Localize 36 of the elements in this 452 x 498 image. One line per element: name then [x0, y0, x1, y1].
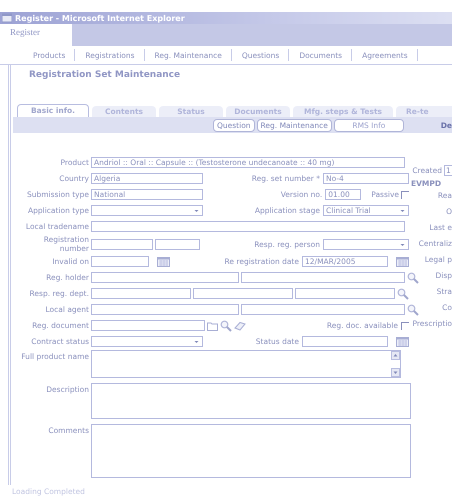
search-icon[interactable] — [397, 288, 409, 300]
dropdown[interactable] — [323, 238, 409, 250]
text-field[interactable] — [155, 238, 200, 250]
text-field[interactable] — [91, 288, 191, 299]
text-field[interactable] — [91, 221, 405, 232]
calendar-icon[interactable] — [396, 336, 409, 346]
calendar-icon[interactable] — [157, 256, 170, 266]
dropdown[interactable] — [91, 205, 203, 216]
calendar-icon[interactable] — [396, 256, 409, 266]
dropdown[interactable] — [91, 336, 203, 347]
date-field[interactable] — [91, 256, 149, 267]
text-field[interactable] — [91, 272, 239, 283]
text-field[interactable] — [91, 304, 239, 315]
scroll-down-icon[interactable] — [391, 368, 400, 377]
search-icon[interactable] — [407, 272, 419, 284]
folder-icon[interactable] — [207, 320, 218, 330]
text-area[interactable] — [91, 350, 401, 378]
date-field[interactable] — [302, 336, 388, 347]
scroll-up-icon[interactable] — [391, 351, 400, 360]
browser-icon — [2, 13, 12, 23]
text-field[interactable] — [193, 288, 293, 299]
search-icon[interactable] — [407, 304, 419, 316]
text-area[interactable] — [91, 424, 411, 478]
caret-icon — [193, 338, 200, 345]
page-heading: Registration Set Maintenance — [28, 69, 182, 82]
text-field[interactable] — [241, 304, 405, 315]
window-title: Register - Microsoft Internet Explorer — [15, 14, 185, 22]
text-area[interactable] — [91, 383, 411, 419]
text-field[interactable] — [295, 288, 395, 299]
text-field[interactable] — [91, 238, 153, 250]
search-icon[interactable] — [220, 320, 232, 332]
caret-icon — [193, 207, 200, 214]
text-field[interactable] — [241, 272, 405, 283]
caret-icon — [399, 207, 406, 214]
eraser-icon[interactable] — [234, 320, 246, 330]
text-field[interactable] — [91, 320, 205, 331]
